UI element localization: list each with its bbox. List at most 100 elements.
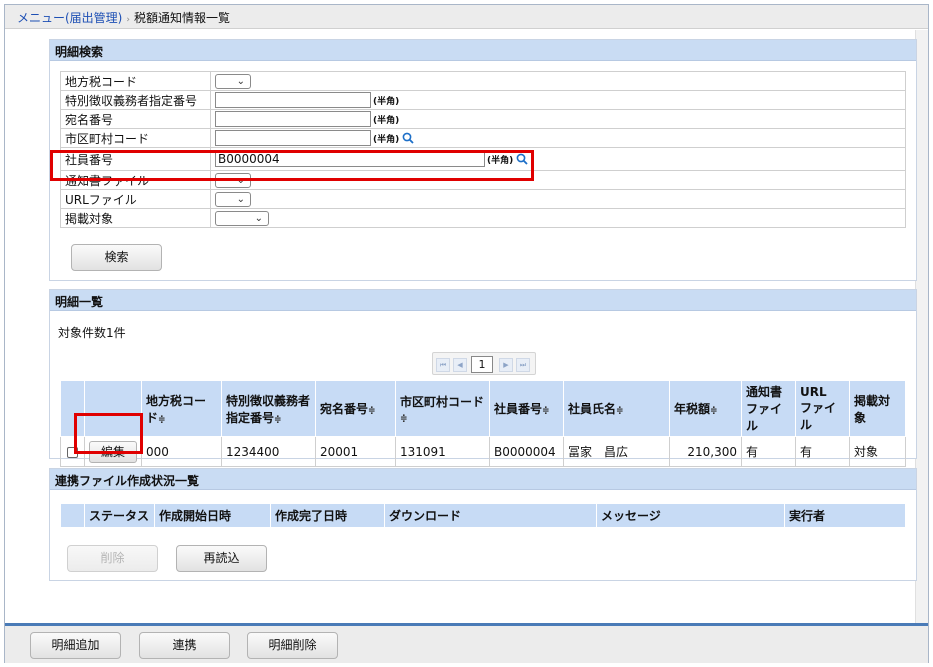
- delete-detail-button[interactable]: 明細削除: [247, 632, 338, 659]
- half-width-hint: (半角): [373, 115, 400, 126]
- pagination: ⏮ ◀ 1 ▶ ⏭: [432, 352, 536, 375]
- employee-number-input[interactable]: B0000004: [215, 151, 485, 167]
- chevron-down-icon: ⌄: [236, 174, 245, 186]
- header-label: 掲載対象: [854, 393, 891, 425]
- local-tax-code-label: 地方税コード: [60, 71, 211, 91]
- add-detail-button[interactable]: 明細追加: [30, 632, 121, 659]
- cell-employee-name: 冨家 昌広: [563, 436, 670, 467]
- header-label: 社員番号: [494, 402, 543, 416]
- header-publish-target: 掲載対象: [849, 380, 906, 437]
- header-annual-tax[interactable]: 年税額≑: [669, 380, 742, 437]
- header-label: ファイル: [746, 402, 783, 433]
- delete-button[interactable]: 削除: [67, 545, 158, 572]
- designation-number-input[interactable]: [215, 92, 371, 108]
- header-blank: [60, 503, 85, 528]
- result-count: 対象件数1件: [58, 326, 126, 340]
- half-width-hint: (半角): [487, 155, 514, 166]
- sort-icon[interactable]: ≑: [274, 415, 282, 425]
- header-label: 通知書: [746, 385, 783, 399]
- url-file-label: URLファイル: [60, 189, 211, 209]
- breadcrumb-separator: ›: [126, 15, 130, 25]
- sort-icon[interactable]: ≑: [542, 406, 550, 416]
- employee-number-label: 社員番号: [60, 147, 211, 171]
- header-label: 地方税コード: [146, 393, 207, 425]
- detail-table: 地方税コード≑ 特別徴収義務者 指定番号≑ 宛名番号≑ 市区町村コード≑ 社員番号…: [60, 380, 906, 467]
- cell-publish-target: 対象: [849, 436, 906, 467]
- search-icon[interactable]: [402, 132, 414, 144]
- search-button[interactable]: 検索: [71, 244, 162, 271]
- chevron-down-icon: ⌄: [236, 193, 245, 205]
- header-label: 特別徴収義務者: [226, 393, 311, 408]
- sort-icon[interactable]: ≑: [158, 415, 166, 425]
- prev-page-icon[interactable]: ◀: [453, 358, 467, 372]
- current-page[interactable]: 1: [471, 356, 493, 373]
- row-checkbox[interactable]: [67, 446, 78, 458]
- notice-file-label: 通知書ファイル: [60, 170, 211, 190]
- table-row: 編集 000 1234400 20001 131091 B0000004 冨家 …: [60, 436, 906, 467]
- header-edit-col: [84, 380, 142, 437]
- cell-employee-number: B0000004: [489, 436, 564, 467]
- sort-icon[interactable]: ≑: [368, 406, 376, 416]
- chevron-down-icon: ⌄: [236, 75, 245, 87]
- half-width-hint: (半角): [373, 134, 400, 145]
- notice-file-select[interactable]: ⌄: [215, 172, 251, 188]
- window-frame: メニュー(届出管理) › 税額通知情報一覧 明細検索 地方税コード ⌄ 特別徴収義務…: [4, 4, 929, 663]
- cell-notice-file: 有: [741, 436, 796, 467]
- breadcrumb-menu-link[interactable]: メニュー(届出管理): [17, 11, 122, 25]
- detail-table-header: 地方税コード≑ 特別徴収義務者 指定番号≑ 宛名番号≑ 市区町村コード≑ 社員番号…: [60, 380, 906, 437]
- publish-target-select[interactable]: ⌄: [215, 210, 269, 226]
- search-section: 明細検索 地方税コード ⌄ 特別徴収義務者指定番号 (半角) 宛名番号 (半角)…: [49, 39, 917, 281]
- header-start-time: 作成開始日時: [154, 503, 271, 528]
- link-status-table: ステータス 作成開始日時 作成完了日時 ダウンロード メッセージ 実行者: [60, 503, 906, 528]
- link-button[interactable]: 連携: [139, 632, 230, 659]
- cell-local-tax-code: 000: [141, 436, 222, 467]
- header-designation-number[interactable]: 特別徴収義務者 指定番号≑: [221, 380, 316, 437]
- header-label: ファイル: [800, 400, 837, 432]
- header-end-time: 作成完了日時: [270, 503, 385, 528]
- footer-toolbar: 明細追加 連携 明細削除: [5, 623, 928, 663]
- search-icon[interactable]: [516, 153, 528, 165]
- breadcrumb: メニュー(届出管理) › 税額通知情報一覧: [5, 5, 928, 29]
- detail-list-section: 明細一覧 対象件数1件 ⏮ ◀ 1 ▶ ⏭ 地方税コード≑ 特別徴収義務者 指定番…: [49, 289, 917, 467]
- header-notice-file: 通知書 ファイル: [741, 380, 796, 437]
- reload-button[interactable]: 再読込: [176, 545, 267, 572]
- address-number-label: 宛名番号: [60, 109, 211, 129]
- publish-target-label: 掲載対象: [60, 208, 211, 228]
- half-width-hint: (半角): [373, 96, 400, 107]
- header-address-number[interactable]: 宛名番号≑: [315, 380, 396, 437]
- address-number-input[interactable]: [215, 111, 371, 127]
- link-status-section: 連携ファイル作成状況一覧 ステータス 作成開始日時 作成完了日時 ダウンロード …: [49, 468, 917, 581]
- header-employee-number[interactable]: 社員番号≑: [489, 380, 564, 437]
- header-municipality-code[interactable]: 市区町村コード ≑: [395, 380, 490, 437]
- sort-icon[interactable]: ≑: [710, 406, 718, 416]
- header-status: ステータス: [84, 503, 155, 528]
- sort-icon[interactable]: ≑: [616, 406, 624, 416]
- header-url-file: URL ファイル: [795, 380, 850, 437]
- breadcrumb-current: 税額通知情報一覧: [133, 11, 230, 25]
- cell-url-file: 有: [795, 436, 850, 467]
- cell-designation-number: 1234400: [221, 436, 316, 467]
- header-label: URL: [800, 384, 827, 399]
- header-local-tax-code[interactable]: 地方税コード≑: [141, 380, 222, 437]
- header-label: 宛名番号: [320, 402, 369, 416]
- link-status-header: ステータス 作成開始日時 作成完了日時 ダウンロード メッセージ 実行者: [60, 503, 906, 528]
- edit-button[interactable]: 編集: [89, 440, 137, 463]
- local-tax-code-select[interactable]: ⌄: [215, 73, 251, 89]
- cell-address-number: 20001: [315, 436, 396, 467]
- first-page-icon[interactable]: ⏮: [436, 358, 450, 372]
- next-page-icon[interactable]: ▶: [499, 358, 513, 372]
- url-file-select[interactable]: ⌄: [215, 191, 251, 207]
- header-message: メッセージ: [596, 503, 785, 528]
- detail-list-title: 明細一覧: [50, 290, 916, 311]
- header-label: 市区町村コード: [400, 395, 485, 409]
- sort-icon[interactable]: ≑: [400, 414, 408, 424]
- header-employee-name[interactable]: 社員氏名≑: [563, 380, 670, 437]
- municipality-code-input[interactable]: [215, 130, 371, 146]
- header-label: 指定番号: [226, 410, 275, 425]
- designation-number-label: 特別徴収義務者指定番号: [60, 90, 211, 110]
- header-label: 社員氏名: [568, 402, 617, 416]
- header-label: 年税額: [674, 402, 711, 416]
- link-status-title: 連携ファイル作成状況一覧: [50, 469, 916, 490]
- last-page-icon[interactable]: ⏭: [516, 358, 530, 372]
- header-checkbox-col: [60, 380, 85, 437]
